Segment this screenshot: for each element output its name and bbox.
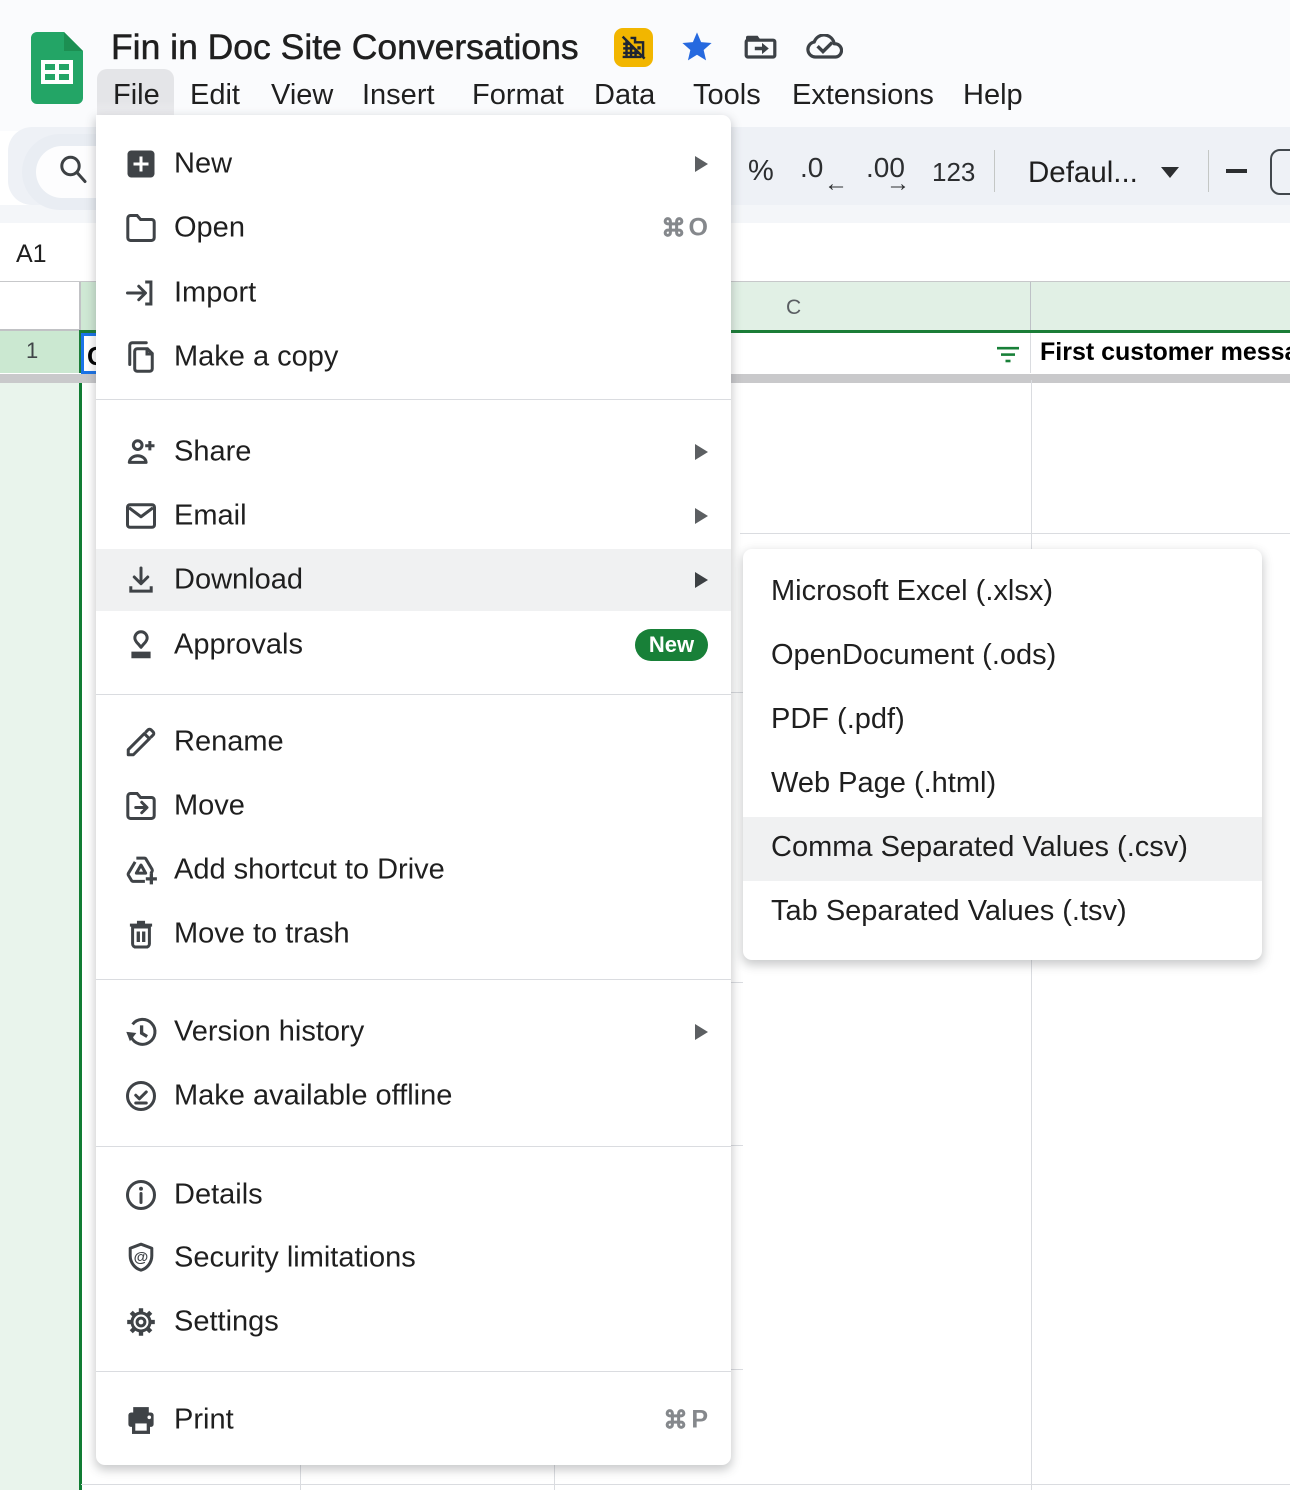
svg-text:@: @: [134, 1249, 149, 1266]
